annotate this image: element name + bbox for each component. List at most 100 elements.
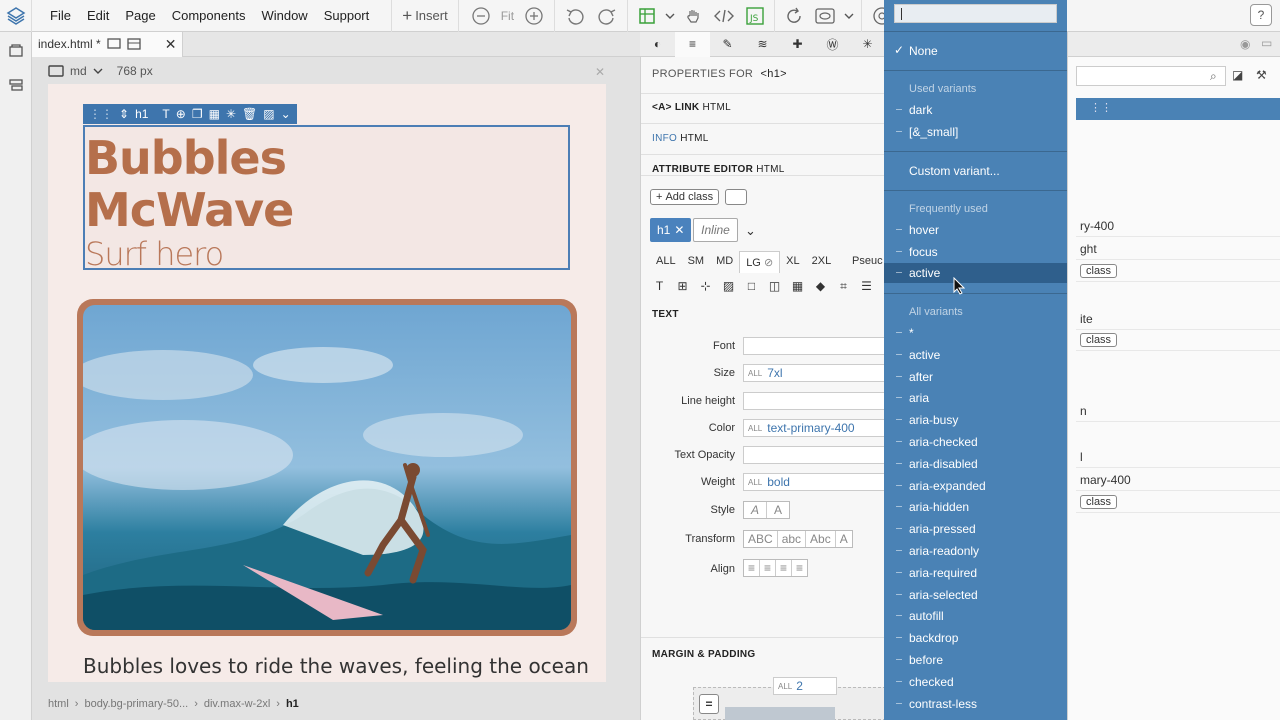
variant-item[interactable]: [&_small] — [884, 122, 1067, 142]
bp-all[interactable]: ALL — [650, 251, 682, 273]
variant-item[interactable]: contrast-less — [884, 694, 1067, 714]
breadcrumb-item[interactable]: html — [48, 698, 69, 710]
layers-panel-button[interactable] — [0, 68, 32, 104]
table-icon[interactable]: ▦ — [788, 277, 807, 295]
variant-item[interactable]: aria-disabled — [884, 454, 1067, 474]
preview-button[interactable] — [809, 0, 841, 32]
selected-heading[interactable]: Bubbles McWave Surf hero — [83, 125, 570, 273]
text-opacity-field[interactable] — [743, 446, 891, 464]
chevron-down-icon[interactable] — [662, 0, 678, 32]
tab-ai[interactable]: ✳ — [850, 32, 885, 57]
variant-item[interactable]: aria-selected — [884, 585, 1067, 605]
tools-icon[interactable]: ⚒ — [1256, 68, 1267, 82]
tab-properties[interactable]: ≡ — [675, 31, 710, 57]
variant-none[interactable]: ✓ None — [884, 41, 1067, 61]
zoom-fit-label[interactable]: Fit — [497, 9, 518, 23]
italic-button[interactable]: A — [744, 502, 768, 518]
redo-button[interactable] — [591, 0, 623, 32]
breadcrumb-item[interactable]: div.max-w-2xl — [204, 698, 270, 710]
variant-item[interactable]: focus — [884, 242, 1067, 262]
variant-item[interactable]: * — [884, 323, 1067, 343]
remove-chip-icon[interactable]: ✕ — [674, 223, 684, 237]
bp-sm[interactable]: SM — [682, 251, 711, 273]
menu-support[interactable]: Support — [316, 0, 378, 32]
eye-icon[interactable]: ◉ — [1240, 37, 1250, 51]
js-button[interactable]: JS — [740, 0, 770, 32]
variant-item[interactable]: aria-pressed — [884, 519, 1067, 539]
refresh-button[interactable] — [779, 0, 809, 32]
normal-case-button[interactable]: A — [836, 531, 852, 547]
list-icon[interactable]: ☰ — [857, 277, 876, 295]
zoom-out-button[interactable] — [465, 0, 497, 32]
lowercase-button[interactable]: abc — [778, 531, 807, 547]
move-updown-icon[interactable]: ⇕ — [119, 107, 129, 121]
align-center-icon[interactable]: ≡ — [760, 560, 777, 576]
line-height-field[interactable] — [743, 392, 891, 410]
text-icon[interactable]: T — [650, 277, 669, 295]
insert-button[interactable]: + Insert — [392, 0, 457, 32]
class-chip-h1[interactable]: h1 ✕ — [650, 218, 692, 242]
variant-item[interactable]: aria-required — [884, 563, 1067, 583]
tab-brush[interactable]: ✎ — [710, 32, 745, 57]
variant-item[interactable]: checked — [884, 672, 1067, 692]
bp-xl[interactable]: XL — [780, 251, 805, 273]
class-manager-button[interactable] — [725, 189, 747, 205]
breadcrumb-item[interactable]: body.bg-primary-50... — [84, 698, 188, 710]
trash-icon[interactable]: 🗑 — [242, 107, 257, 121]
menu-edit[interactable]: Edit — [79, 0, 117, 32]
variant-item[interactable]: aria-checked — [884, 432, 1067, 452]
body-paragraph[interactable]: Bubbles loves to ride the waves, feeling… — [83, 654, 589, 678]
chevron-down-icon[interactable]: ⌄ — [281, 107, 291, 121]
color-field[interactable]: ALL text-primary-400 — [743, 419, 891, 437]
variant-item[interactable]: dark — [884, 100, 1067, 120]
tab-format[interactable]: ≋ — [745, 32, 780, 57]
normal-style-button[interactable]: A — [767, 502, 789, 518]
device-selector[interactable]: md 768 px — [48, 64, 153, 78]
bp-md[interactable]: MD — [710, 251, 739, 273]
menu-components[interactable]: Components — [164, 0, 254, 32]
align-justify-icon[interactable]: ≡ — [792, 560, 807, 576]
effects-icon[interactable]: ◆ — [811, 277, 830, 295]
capitalize-button[interactable]: Abc — [806, 531, 836, 547]
pseudo-selector[interactable]: Pseuc — [852, 255, 883, 267]
uppercase-button[interactable]: ABC — [744, 531, 778, 547]
pages-panel-button[interactable] — [0, 32, 32, 68]
link-icon[interactable]: ⊕ — [176, 107, 186, 121]
chevron-down-icon[interactable]: ⌄ — [745, 223, 756, 239]
variant-item[interactable]: hover — [884, 220, 1067, 240]
class-pill[interactable]: class — [1080, 332, 1118, 347]
tab-wordpress[interactable]: Ⓦ — [815, 32, 850, 57]
size-field[interactable]: ALL 7xl — [743, 364, 891, 382]
variant-item[interactable]: aria-busy — [884, 410, 1067, 430]
section-info[interactable]: INFO HTML — [652, 133, 709, 144]
breadcrumb-current[interactable]: h1 — [286, 698, 299, 710]
weight-field[interactable]: ALL bold — [743, 473, 891, 491]
variant-item[interactable]: active — [884, 345, 1067, 365]
variant-item[interactable]: aria-readonly — [884, 541, 1067, 561]
close-tab-icon[interactable]: ✕ — [165, 36, 177, 53]
bp-lg[interactable]: LG ⊘ — [739, 251, 781, 273]
spacing-all-field[interactable]: ALL 2 — [773, 677, 837, 695]
section-attributes[interactable]: ATTRIBUTE EDITOR HTML — [652, 164, 785, 174]
layout-icon[interactable]: ◫ — [765, 277, 784, 295]
border-icon[interactable]: □ — [742, 277, 761, 295]
text-icon[interactable]: T — [162, 107, 169, 121]
tab-components[interactable]: ✚ — [780, 32, 815, 57]
chevron-down-icon[interactable] — [841, 0, 857, 32]
drag-handle-icon[interactable]: ⋮⋮ — [89, 107, 113, 121]
hero-image-frame[interactable] — [77, 299, 577, 636]
variant-item-selected[interactable]: active — [884, 263, 1067, 283]
variant-item[interactable]: autofill — [884, 606, 1067, 626]
zoom-in-button[interactable] — [518, 0, 550, 32]
class-pill[interactable]: class — [1080, 494, 1118, 509]
pattern-icon[interactable]: ▨ — [263, 107, 274, 121]
section-link[interactable]: <A> LINK HTML — [652, 102, 731, 113]
position-icon[interactable]: ⊹ — [696, 277, 715, 295]
grid-icon[interactable]: ▦ — [209, 107, 220, 121]
grid-toggle-button[interactable] — [632, 0, 662, 32]
spacing-icon[interactable]: ⊞ — [673, 277, 692, 295]
variant-item[interactable]: aria-expanded — [884, 476, 1067, 496]
menu-page[interactable]: Page — [117, 0, 163, 32]
selected-row[interactable]: ⋮⋮ — [1076, 98, 1280, 120]
window-icon[interactable]: ▭ — [1261, 36, 1272, 50]
